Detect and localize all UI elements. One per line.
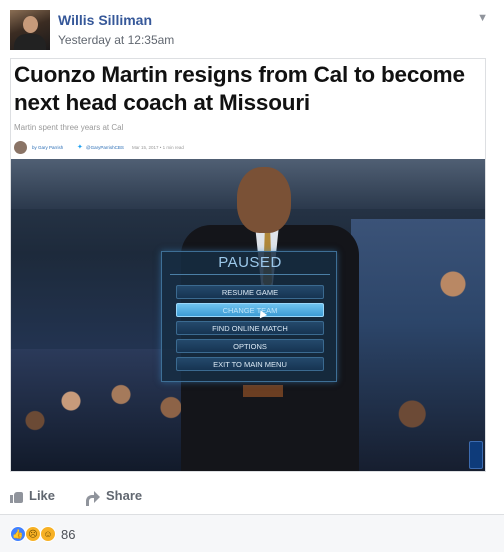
options-button[interactable]: OPTIONS: [176, 339, 324, 353]
author-avatar[interactable]: [10, 10, 50, 50]
avatar-face: [23, 16, 38, 33]
share-label: Share: [106, 488, 143, 503]
post-timestamp[interactable]: Yesterday at 12:35am: [58, 33, 174, 47]
article-subheadline: Martin spent three years at Cal: [14, 123, 124, 132]
avatar-body: [14, 34, 46, 50]
resume-game-button[interactable]: RESUME GAME: [176, 285, 324, 299]
haha-reaction-icon: ☺: [40, 526, 56, 542]
byline-date: Mar 15, 2017 • 1 min read: [132, 145, 184, 150]
pause-divider: [170, 274, 330, 275]
share-button[interactable]: Share: [86, 488, 142, 508]
post-header: Willis Silliman Yesterday at 12:35am ▼: [10, 10, 494, 52]
find-online-match-button[interactable]: FIND ONLINE MATCH: [176, 321, 324, 335]
thumbs-up-icon: [10, 490, 23, 504]
pause-menu: PAUSED RESUME GAME CHANGE TEAM FIND ONLI…: [161, 251, 337, 382]
twitter-bird-icon: ✦: [77, 144, 83, 151]
article-photo: PAUSED RESUME GAME CHANGE TEAM FIND ONLI…: [11, 159, 485, 471]
exit-to-main-menu-button[interactable]: EXIT TO MAIN MENU: [176, 357, 324, 371]
reaction-count[interactable]: 86: [61, 527, 75, 542]
sad-reaction-icon: ☹: [25, 526, 41, 542]
change-team-button[interactable]: CHANGE TEAM: [176, 303, 324, 317]
article-headline: Cuonzo Martin resigns from Cal to become…: [14, 62, 465, 115]
pause-title: PAUSED: [218, 254, 282, 271]
byline-twitter: @GaryParrishCBS: [86, 145, 124, 150]
like-button[interactable]: Like: [10, 488, 55, 508]
byline-author: by Gary Parrish: [32, 145, 64, 150]
crowd-spectators: [351, 219, 485, 471]
post-actions: Like Share: [0, 484, 504, 512]
share-arrow-icon: [86, 490, 100, 506]
article-screenshot[interactable]: Cuonzo Martin resigns from Cal to become…: [10, 58, 486, 472]
chevron-down-icon[interactable]: ▼: [477, 12, 488, 24]
byline-avatar: [14, 141, 27, 154]
like-reaction-icon: 👍: [10, 526, 26, 542]
coach-head: [237, 167, 291, 233]
like-label: Like: [29, 488, 56, 503]
facebook-post: Willis Silliman Yesterday at 12:35am ▼ C…: [0, 0, 504, 552]
reactions-summary[interactable]: 👍 ☹ ☺ 86: [0, 515, 504, 552]
author-name[interactable]: Willis Silliman: [58, 12, 152, 28]
coach-belt: [243, 385, 283, 397]
chair-object: [469, 441, 483, 469]
